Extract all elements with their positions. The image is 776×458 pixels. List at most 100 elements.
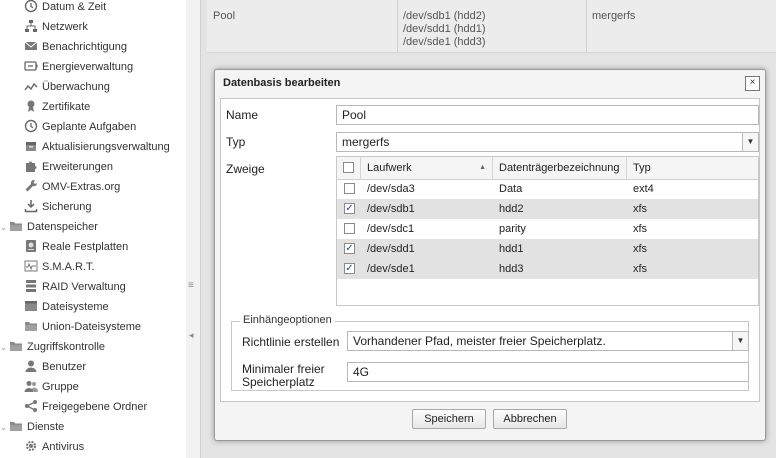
row-checkbox[interactable]: ✓ bbox=[344, 243, 355, 254]
sidebar-item-label: Datenspeicher bbox=[27, 221, 98, 233]
cell-device: /dev/sdb1 bbox=[367, 203, 415, 215]
sidebar-item-dienste[interactable]: ⌄ Dienste bbox=[0, 417, 64, 437]
sidebar-item-datum-zeit[interactable]: Datum & Zeit bbox=[24, 0, 106, 17]
expand-caret-icon[interactable]: ⌄ bbox=[0, 338, 8, 358]
sidebar-item-label: S.M.A.R.T. bbox=[42, 261, 95, 273]
sidebar-item-union-dateisysteme[interactable]: Union-Dateisysteme bbox=[24, 317, 141, 337]
clock-icon bbox=[24, 0, 38, 13]
sort-asc-icon: ▲ bbox=[479, 164, 486, 171]
sidebar-item-netzwerk[interactable]: Netzwerk bbox=[24, 17, 88, 37]
sidebar-item-label: Union-Dateisysteme bbox=[42, 321, 142, 333]
cell-device: /dev/sdc1 bbox=[367, 223, 415, 235]
row-checkbox[interactable]: ✓ bbox=[344, 263, 355, 274]
sidebar-item-freigegebene-ordner[interactable]: Freigegebene Ordner bbox=[24, 397, 147, 417]
select-all-checkbox[interactable] bbox=[343, 162, 354, 173]
table-row[interactable]: /dev/sda3 Data ext4 bbox=[337, 179, 758, 199]
bg-row-type: mergerfs bbox=[592, 10, 636, 22]
mount-options-fieldset: Einhängeoptionen Richtlinie erstellen Vo… bbox=[231, 314, 749, 391]
type-select[interactable]: mergerfs ▼ bbox=[336, 132, 759, 152]
table-row[interactable]: ✓ /dev/sde1 hdd3 xfs bbox=[337, 259, 758, 279]
sidebar-item-label: Zugriffskontrolle bbox=[27, 341, 106, 353]
name-field[interactable]: Pool bbox=[336, 105, 759, 125]
sidebar-item-antivirus[interactable]: Antivirus bbox=[24, 437, 84, 457]
table-row[interactable]: ✓ /dev/sdb1 hdd2 xfs bbox=[337, 199, 758, 219]
sidebar-item-geplante-aufgaben[interactable]: Geplante Aufgaben bbox=[24, 117, 136, 137]
sidebar-item-label: Freigegebene Ordner bbox=[42, 401, 148, 413]
column-header-device[interactable]: Laufwerk ▲ bbox=[361, 157, 493, 179]
sidebar-item-label: Sicherung bbox=[42, 201, 92, 213]
folder-icon bbox=[24, 319, 38, 333]
row-checkbox[interactable] bbox=[344, 223, 355, 234]
certificate-icon bbox=[24, 99, 38, 113]
cell-device: /dev/sda3 bbox=[367, 183, 415, 195]
sidebar-item-erweiterungen[interactable]: Erweiterungen bbox=[24, 157, 113, 177]
sidebar-item-überwachung[interactable]: Überwachung bbox=[24, 77, 110, 97]
sidebar-item-energieverwaltung[interactable]: Energieverwaltung bbox=[24, 57, 133, 77]
sidebar-item-dateisysteme[interactable]: Dateisysteme bbox=[24, 297, 109, 317]
cell-device: /dev/sdd1 bbox=[367, 243, 415, 255]
sidebar-item-benutzer[interactable]: Benutzer bbox=[24, 357, 86, 377]
sidebar-item-aktualisierungsverwaltung[interactable]: Aktualisierungsverwaltung bbox=[24, 137, 170, 157]
chart-icon bbox=[24, 79, 38, 93]
sidebar-item-raid-verwaltung[interactable]: RAID Verwaltung bbox=[24, 277, 126, 297]
sidebar-item-gruppe[interactable]: Gruppe bbox=[24, 377, 79, 397]
sidebar-item-reale-festplatten[interactable]: Reale Festplatten bbox=[24, 237, 128, 257]
dialog-body: Name Pool Typ mergerfs ▼ Zweige Laufwerk… bbox=[220, 98, 760, 402]
expand-caret-icon[interactable]: ⌄ bbox=[0, 418, 8, 438]
row-checkbox[interactable]: ✓ bbox=[344, 203, 355, 214]
splitter-grip-icon[interactable]: ≡ bbox=[188, 280, 194, 291]
sidebar-splitter[interactable]: ≡ ◂ bbox=[186, 0, 201, 458]
column-header-label[interactable]: Datenträgerbezeichnung bbox=[493, 157, 627, 179]
expand-caret-icon[interactable]: ⌄ bbox=[0, 218, 8, 238]
sidebar-item-label: RAID Verwaltung bbox=[42, 281, 126, 293]
minfree-field[interactable]: 4G bbox=[347, 362, 749, 382]
sidebar-item-datenspeicher[interactable]: ⌄ Datenspeicher bbox=[0, 217, 98, 237]
cell-type: xfs bbox=[633, 223, 648, 235]
sidebar-item-label: Benutzer bbox=[42, 361, 87, 373]
column-header-type[interactable]: Typ bbox=[627, 157, 758, 179]
sidebar-item-label: Benachrichtigung bbox=[42, 41, 128, 53]
sidebar-item-label: Datum & Zeit bbox=[42, 1, 107, 13]
disk-icon bbox=[24, 239, 38, 253]
gear-icon bbox=[24, 439, 38, 453]
sidebar-item-label: Dienste bbox=[27, 421, 65, 433]
edit-pool-dialog: Datenbasis bearbeiten × Name Pool Typ me… bbox=[214, 69, 766, 441]
download-icon bbox=[24, 199, 38, 213]
sidebar-item-label: Dateisysteme bbox=[42, 301, 109, 313]
chevron-down-icon[interactable]: ▼ bbox=[732, 331, 749, 351]
mount-options-legend: Einhängeoptionen bbox=[240, 314, 335, 326]
policy-select-value: Vorhandener Pfad, meister freier Speiche… bbox=[353, 334, 606, 348]
cell-label: hdd1 bbox=[499, 243, 524, 255]
close-icon[interactable]: × bbox=[745, 76, 760, 91]
policy-select[interactable]: Vorhandener Pfad, meister freier Speiche… bbox=[347, 331, 749, 351]
sidebar-item-benachrichtigung[interactable]: Benachrichtigung bbox=[24, 37, 127, 57]
cell-type: xfs bbox=[633, 263, 648, 275]
branches-label: Zweige bbox=[226, 162, 265, 176]
clock-icon bbox=[24, 119, 38, 133]
table-row[interactable]: ✓ /dev/sdd1 hdd1 xfs bbox=[337, 239, 758, 259]
cell-type: xfs bbox=[633, 203, 648, 215]
sidebar-item-sicherung[interactable]: Sicherung bbox=[24, 197, 92, 217]
cell-label: hdd2 bbox=[499, 203, 524, 215]
collapse-arrow-icon[interactable]: ◂ bbox=[189, 330, 194, 341]
chevron-down-icon[interactable]: ▼ bbox=[742, 132, 759, 152]
sidebar-item-label: Aktualisierungsverwaltung bbox=[42, 141, 170, 153]
cell-type: xfs bbox=[633, 243, 648, 255]
sidebar-item-zugriffskontrolle[interactable]: ⌄ Zugriffskontrolle bbox=[0, 337, 105, 357]
smart-icon bbox=[24, 259, 38, 273]
row-checkbox[interactable] bbox=[344, 183, 355, 194]
sidebar-item-label: Geplante Aufgaben bbox=[42, 121, 137, 133]
sidebar-item-label: Netzwerk bbox=[42, 21, 88, 33]
cell-label: parity bbox=[499, 223, 526, 235]
user-icon bbox=[24, 359, 38, 373]
mail-icon bbox=[24, 39, 38, 53]
sidebar-item-omv-extras-org[interactable]: OMV-Extras.org bbox=[24, 177, 120, 197]
share-icon bbox=[24, 399, 38, 413]
background-table-row[interactable]: Pool /dev/sdb1 (hdd2) /dev/sdd1 (hdd1) /… bbox=[207, 0, 776, 53]
sidebar-item-s-m-a-r-t[interactable]: S.M.A.R.T. bbox=[24, 257, 95, 277]
sidebar-item-zertifikate[interactable]: Zertifikate bbox=[24, 97, 90, 117]
table-row[interactable]: /dev/sdc1 parity xfs bbox=[337, 219, 758, 239]
cancel-button[interactable]: Abbrechen bbox=[493, 409, 567, 429]
branches-grid: Laufwerk ▲ Datenträgerbezeichnung Typ /d… bbox=[336, 156, 759, 306]
save-button[interactable]: Speichern bbox=[412, 409, 486, 429]
